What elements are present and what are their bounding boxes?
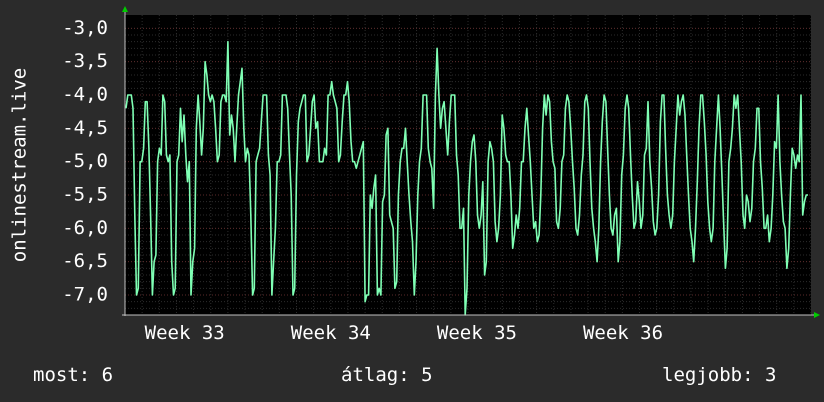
x-tick-labels: Week 33 Week 34 Week 35 Week 36 xyxy=(145,322,663,344)
stat-best: legjobb: 3 xyxy=(662,364,777,386)
y-tick-label: -4,0 xyxy=(62,84,108,106)
x-tick-label: Week 36 xyxy=(583,322,663,344)
y-tick-labels: -3,0 -3,5 -4,0 -4,5 -5,0 -5,5 -6,0 -6,5 -7,0 xyxy=(62,17,108,306)
y-tick-label: -5,5 xyxy=(62,184,108,206)
x-axis-arrow xyxy=(814,312,820,318)
y-axis-arrow xyxy=(122,6,128,12)
y-tick-label: -3,0 xyxy=(62,17,108,39)
y-tick-label: -3,5 xyxy=(62,50,108,72)
line-chart: -3,0 -3,5 -4,0 -4,5 -5,0 -5,5 -6,0 -6,5 -7,0 Wee… xyxy=(9,6,820,344)
y-tick-label: -6,5 xyxy=(62,250,108,272)
y-tick-label: -7,0 xyxy=(62,284,108,306)
x-tick-label: Week 33 xyxy=(145,322,225,344)
y-tick-label: -4,5 xyxy=(62,117,108,139)
x-tick-label: Week 35 xyxy=(437,322,517,344)
y-axis-label: onlinestream.live xyxy=(9,68,31,262)
y-tick-label: -6,0 xyxy=(62,217,108,239)
stat-average: átlag: 5 xyxy=(341,364,433,386)
stat-now: most: 6 xyxy=(33,364,114,386)
y-tick-label: -5,0 xyxy=(62,150,108,172)
x-tick-label: Week 34 xyxy=(291,322,371,344)
